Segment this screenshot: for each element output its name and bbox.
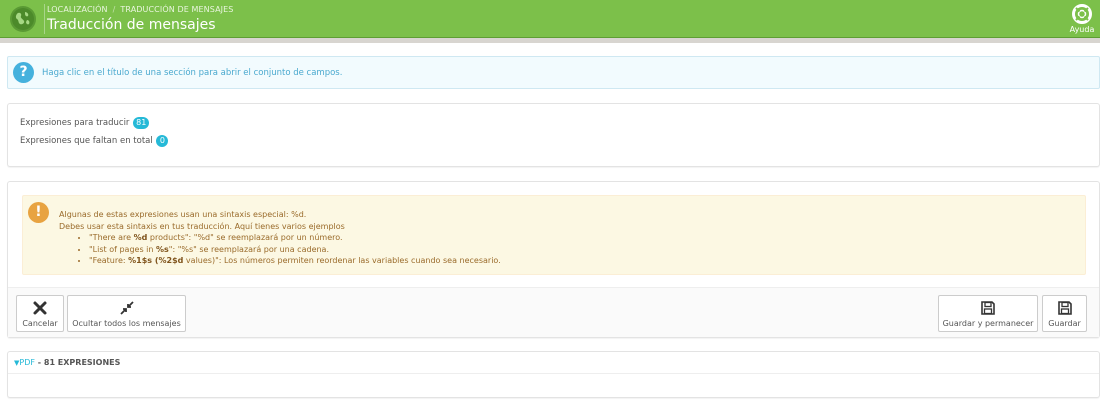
question-icon: ? [13,62,34,83]
header-shadow [0,38,1100,43]
stat-missing: Expresiones que faltan en total 0 [20,135,169,147]
stat-to-translate: Expresiones para traducir 81 [20,117,150,129]
panel-footer: Cancelar Ocultar todos los mensajes Guar… [8,287,1099,337]
stat-missing-label: Expresiones que faltan en total [20,136,153,146]
info-text: Haga clic en el título de una sección pa… [42,68,343,78]
page-title: Traducción de mensajes [47,17,216,33]
collapse-icon [119,300,135,316]
close-icon [32,300,48,316]
floppy-disk-icon [1057,300,1073,316]
to-translate-badge: 81 [133,117,150,129]
breadcrumb: LOCALIZACIÓN / TRADUCCIÓN DE MENSAJES [47,5,233,14]
hide-all-label: Ocultar todos los mensajes [72,319,181,328]
hide-all-messages-button[interactable]: Ocultar todos los mensajes [67,295,186,332]
floppy-disk-icon [980,300,996,316]
pdf-section-heading[interactable]: ▼PDF - 81 EXPRESIONES [8,352,1099,374]
stat-to-translate-label: Expresiones para traducir [20,118,130,128]
save-and-stay-label: Guardar y permanecer [942,319,1034,328]
cancel-button[interactable]: Cancelar [16,295,64,332]
header-divider [44,4,45,34]
example-item: "List of pages in %s": "%s" se reemplaza… [89,244,501,256]
warning-line-1: Algunas de estas expresiones usan una si… [59,210,307,219]
lifebuoy-icon [1066,4,1098,24]
warning-alert: ! Algunas de estas expresiones usan una … [22,195,1086,275]
warning-line-2: Debes usar esta sintaxis en tus traducci… [59,221,345,231]
pdf-section-link[interactable]: PDF [19,358,35,367]
example-item: "There are %d products": "%d" se reempla… [89,232,501,244]
warning-text: Algunas de estas expresiones usan una si… [59,209,501,267]
cancel-label: Cancelar [22,319,58,328]
page-header: LOCALIZACIÓN / TRADUCCIÓN DE MENSAJES Trad… [0,0,1100,38]
save-label: Guardar [1048,319,1081,328]
section-separator: - [34,358,44,367]
help-button[interactable]: Ayuda [1066,4,1098,34]
breadcrumb-item-localization[interactable]: LOCALIZACIÓN [47,5,108,14]
example-item: "Feature: %1$s (%2$d values)": Los númer… [89,255,501,267]
stats-panel: Expresiones para traducir 81 Expresiones… [7,103,1100,167]
help-label: Ayuda [1069,25,1095,34]
pdf-expression-count: 81 EXPRESIONES [43,358,121,367]
globe-icon [10,6,36,32]
breadcrumb-separator: / [112,5,116,14]
save-button[interactable]: Guardar [1042,295,1087,332]
translation-panel: ! Algunas de estas expresiones usan una … [7,181,1100,338]
warning-examples: "There are %d products": "%d" se reempla… [89,232,501,267]
exclamation-icon: ! [28,202,49,223]
save-and-stay-button[interactable]: Guardar y permanecer [938,295,1038,332]
breadcrumb-item-translation[interactable]: TRADUCCIÓN DE MENSAJES [120,5,233,14]
pdf-section-panel: ▼PDF - 81 EXPRESIONES [7,351,1100,398]
info-alert: ? Haga clic en el título de una sección … [7,56,1100,89]
missing-badge: 0 [156,135,169,147]
